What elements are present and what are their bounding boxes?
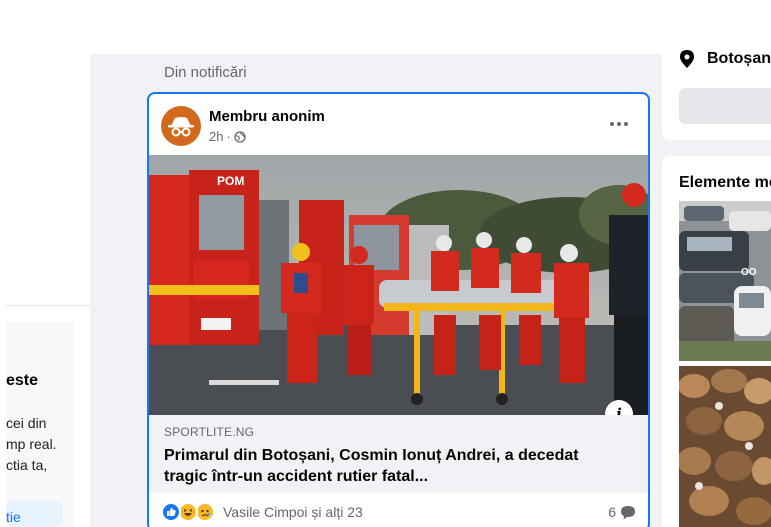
meta-separator: ·	[226, 129, 231, 144]
left-card-line: mp real.	[6, 436, 57, 452]
svg-text:OO: OO	[741, 267, 757, 278]
post-image[interactable]: POM	[149, 155, 648, 415]
cars-photo: OO	[679, 201, 771, 361]
left-card-text: cei din mp real. ctia ta,	[6, 413, 57, 476]
post-meta: 2h ·	[209, 129, 246, 144]
like-icon	[161, 502, 181, 522]
feed-post[interactable]: Membru anonim 2h · POM i SPORTLITE.NG Pr…	[147, 92, 650, 527]
avatar[interactable]	[161, 106, 201, 146]
rescue-scene-image: POM	[149, 155, 648, 415]
link-title[interactable]: Primarul din Botoșani, Cosmin Ionuț Andr…	[164, 445, 624, 487]
reaction-icons[interactable]	[161, 501, 219, 523]
haha-icon	[178, 502, 198, 522]
comment-icon[interactable]	[620, 505, 636, 520]
anonymous-member-icon	[168, 117, 194, 137]
more-options-button[interactable]	[603, 110, 635, 138]
post-author[interactable]: Membru anonim	[209, 108, 325, 125]
marketplace-title: Elemente me	[679, 174, 771, 191]
left-card-line: ctia ta,	[6, 457, 48, 473]
link-source: SPORTLITE.NG	[164, 425, 255, 439]
more-dot	[617, 122, 621, 126]
more-dot	[610, 122, 614, 126]
svg-text:POM: POM	[217, 174, 244, 188]
left-card-heading: este	[6, 372, 39, 389]
left-divider	[6, 305, 90, 306]
sad-icon	[195, 502, 215, 522]
left-card-link[interactable]: tie	[6, 501, 62, 527]
marketplace-item-image[interactable]: OO	[679, 201, 771, 361]
top-bar	[0, 0, 771, 54]
post-time[interactable]: 2h	[209, 129, 223, 144]
reaction-names[interactable]: Vasile Cimpoi și alți 23	[223, 504, 363, 520]
location-button[interactable]	[679, 88, 771, 124]
globe-icon[interactable]	[234, 130, 246, 143]
location-name[interactable]: Botoșan	[707, 50, 771, 68]
location-pin-icon	[680, 50, 694, 68]
left-card-line: cei din	[6, 415, 47, 431]
more-dot	[624, 122, 628, 126]
comment-count[interactable]: 6	[608, 504, 616, 520]
marketplace-item-image[interactable]	[679, 366, 771, 527]
reactions-bar: Vasile Cimpoi și alți 23 6	[161, 501, 636, 523]
marketplace-card: Elemente me OO	[662, 156, 771, 527]
section-label: Din notificări	[164, 64, 247, 81]
poultry-photo	[679, 366, 771, 527]
link-preview[interactable]: SPORTLITE.NG Primarul din Botoșani, Cosm…	[149, 415, 648, 493]
